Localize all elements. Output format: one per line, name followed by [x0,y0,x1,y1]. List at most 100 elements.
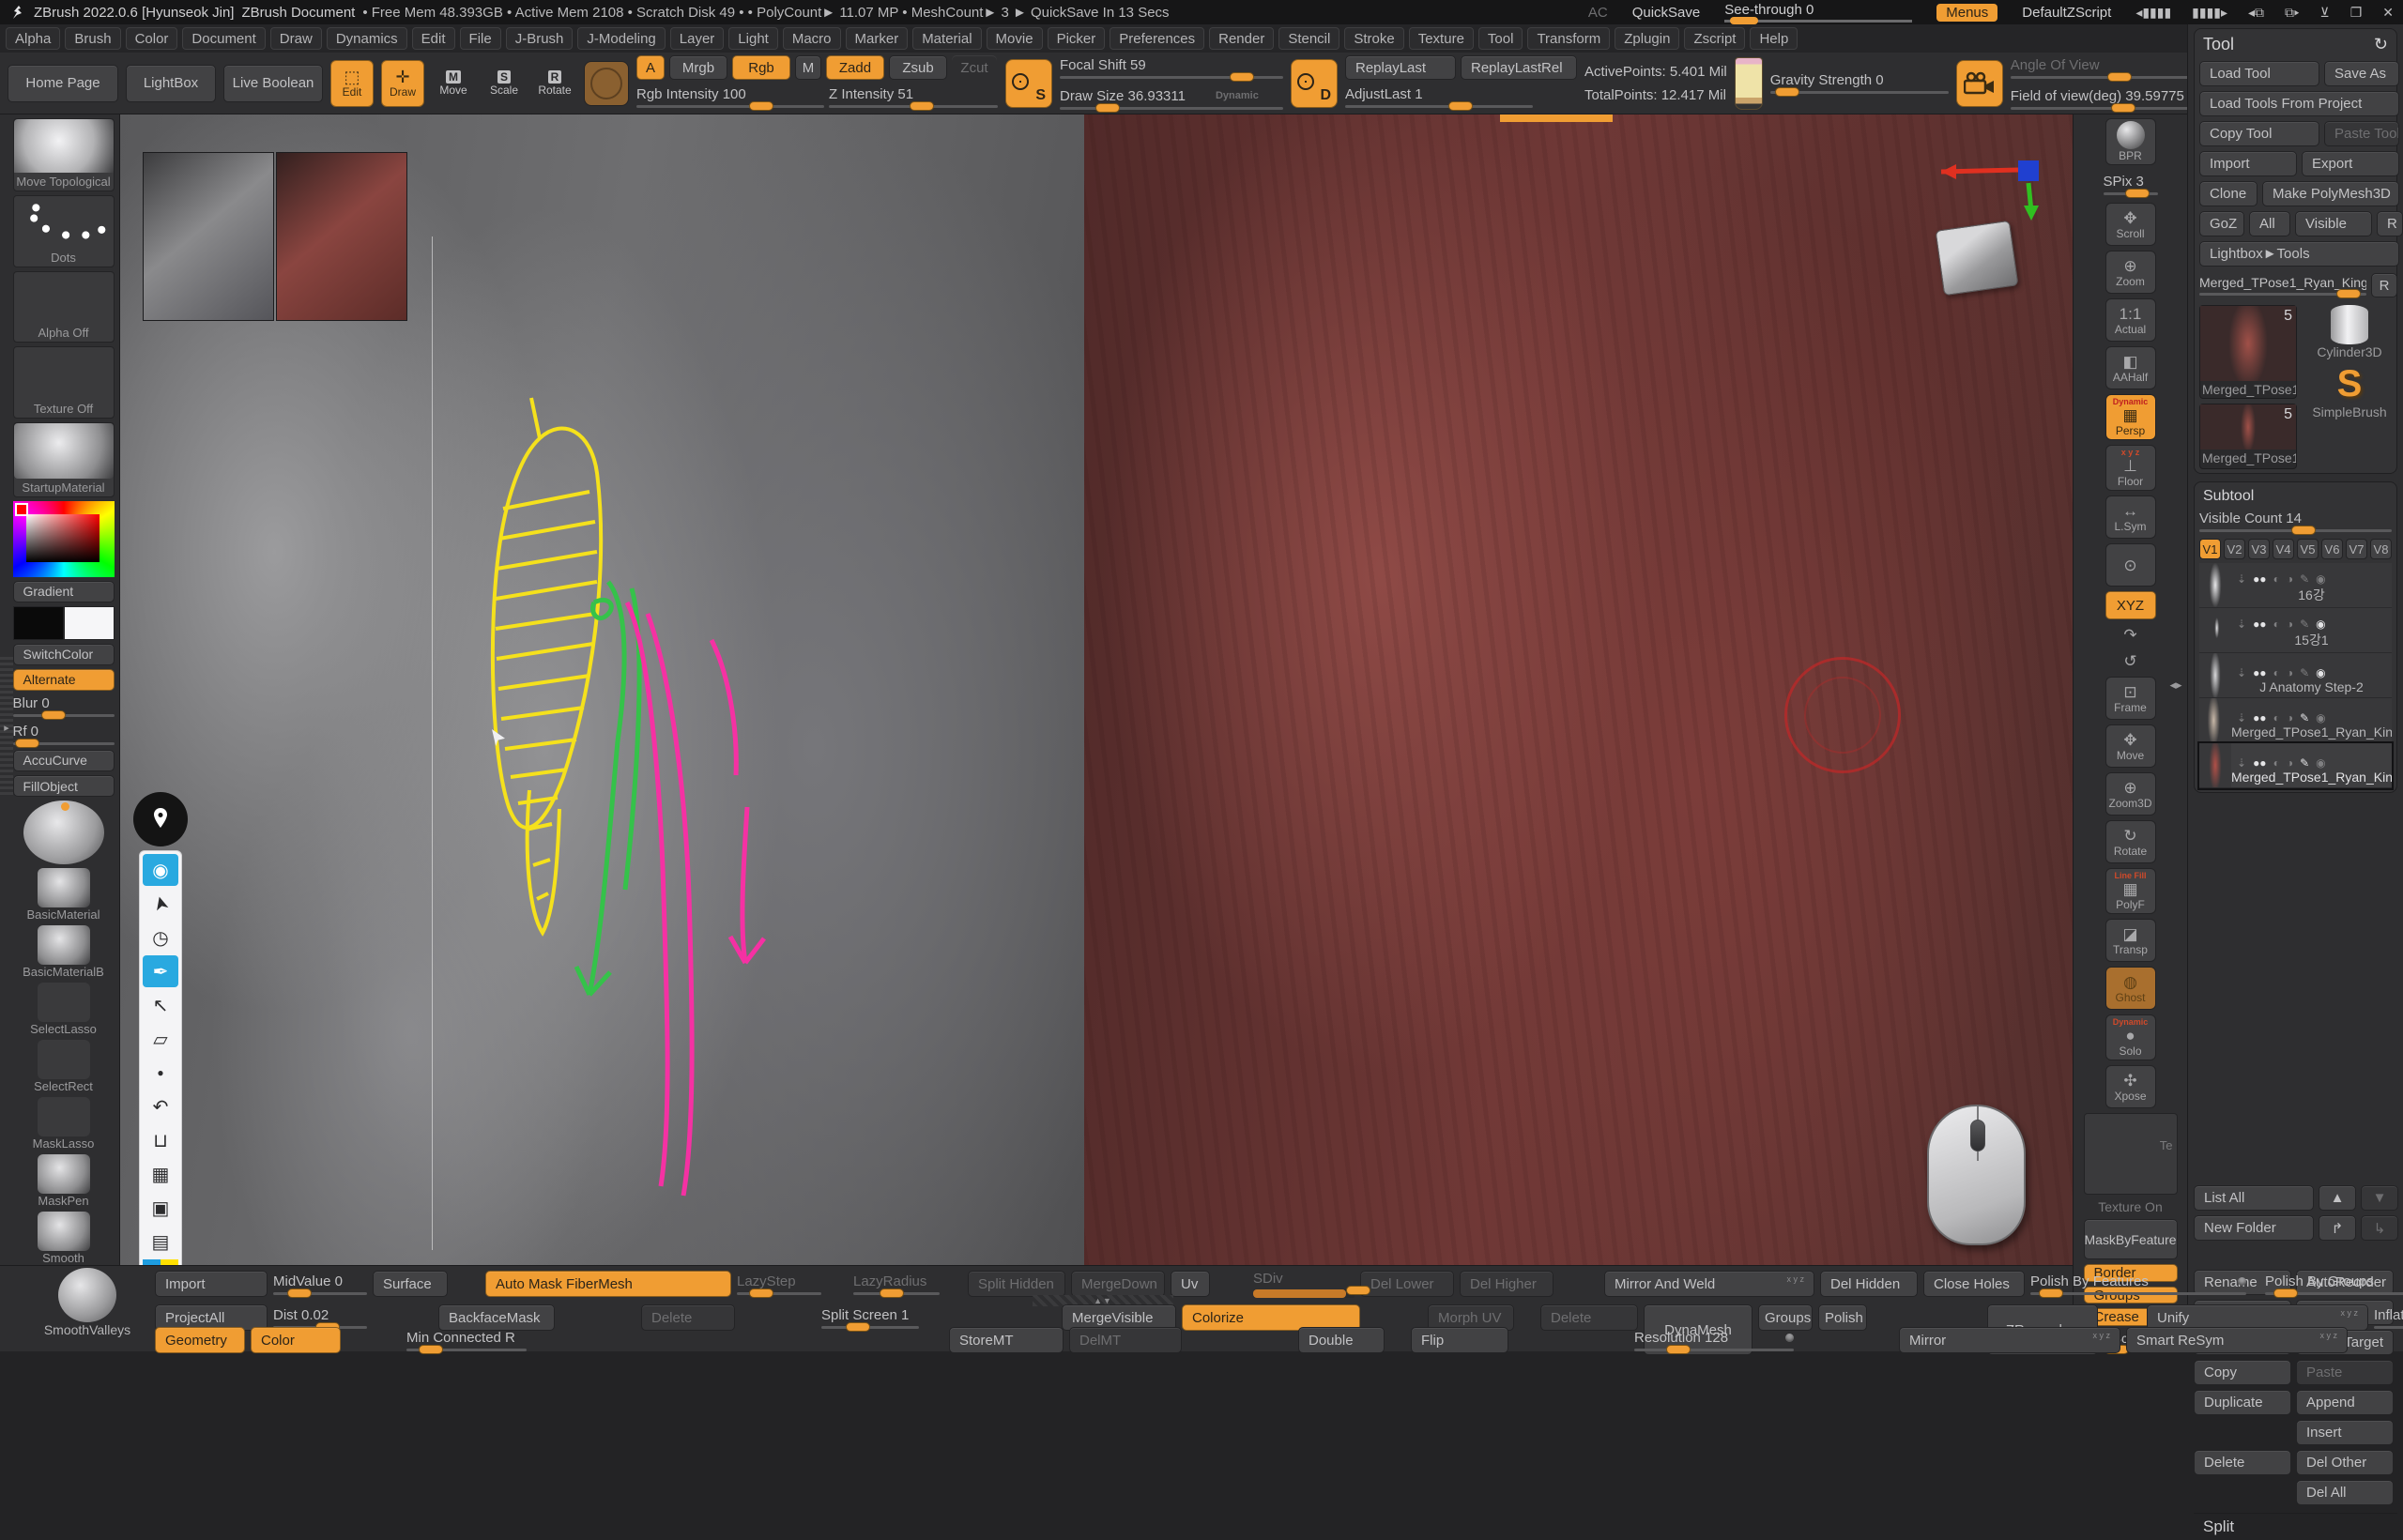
color-button[interactable]: Color [251,1327,341,1353]
zsub-button[interactable]: Zsub [889,55,947,80]
mrgb-button[interactable]: Mrgb [669,55,727,80]
menu-edit[interactable]: Edit [412,27,455,50]
mask-by-feature-button[interactable]: MaskByFeature [2084,1219,2178,1259]
minimize-button[interactable]: ⊻ [2319,5,2329,21]
smoothvalleys-brush-button[interactable]: SmoothValleys [26,1268,148,1337]
pen-app-logo-icon[interactable] [133,792,188,846]
clipboard-icon[interactable]: ▤ [143,1226,178,1258]
midvalue-0-slider[interactable]: MidValue 0 [273,1270,367,1298]
geometry-button[interactable]: Geometry [155,1327,245,1353]
focal-shift-slider[interactable]: Focal Shift 59 [1060,53,1283,82]
current-brush-button[interactable]: Move Topological [13,118,115,191]
mask-lasso-button[interactable]: MaskLasso [13,1097,115,1151]
color-picker[interactable] [13,501,115,577]
import-button[interactable]: Import [2199,151,2297,176]
floor-button[interactable]: x y z⊥Floor [2105,445,2156,491]
camera-lock-icon[interactable]: ⊙ [2105,543,2156,587]
menu-transform[interactable]: Transform [1527,27,1610,50]
menu-stroke[interactable]: Stroke [1344,27,1403,50]
tab-v5[interactable]: V5 [2297,539,2319,559]
sdiv-slider[interactable]: SDiv [1253,1270,1355,1298]
del-hidden-button[interactable]: Del Hidden [1820,1271,1918,1297]
menu-draw[interactable]: Draw [270,27,322,50]
move-in[interactable]: ↳ [2361,1215,2398,1241]
tab-v6[interactable]: V6 [2321,539,2343,559]
zoom-button[interactable]: ⊕Zoom [2105,251,2156,294]
right-tray-toggle-icon[interactable]: ▮▮▮▮▸ [2192,5,2227,21]
persp-button[interactable]: Dynamic▦Persp [2105,394,2156,440]
timeline-marker[interactable] [1500,114,1613,122]
stroke-curve-s-icon[interactable]: S [1005,59,1052,108]
camera-orientation-cube[interactable] [1936,221,2019,296]
frame-button[interactable]: ⊡Frame [2105,677,2156,720]
current-stroke-button[interactable]: Dots [13,195,115,267]
l-sym-button[interactable]: ↔L.Sym [2105,496,2156,539]
transp-button[interactable]: ◪Transp [2105,919,2156,962]
copy-button[interactable]: Copy [2194,1360,2291,1385]
zoom3d-button[interactable]: ⊕Zoom3D [2105,772,2156,816]
list-all-button[interactable]: List All [2194,1185,2314,1211]
new-folder-button[interactable]: New Folder [2194,1215,2314,1241]
menu-file[interactable]: File [460,27,501,50]
menu-zscript[interactable]: Zscript [1684,27,1745,50]
menu-render[interactable]: Render [1209,27,1274,50]
menu-zplugin[interactable]: Zplugin [1615,27,1679,50]
insert-button[interactable]: Insert [2296,1420,2394,1445]
close-holes-button[interactable]: Close Holes [1923,1271,2025,1297]
marker-pen-icon[interactable]: ✒ [143,955,178,987]
mask-pen-button[interactable]: MaskPen [13,1154,115,1208]
left-tray-divider[interactable]: ▸ [0,657,13,798]
append-button[interactable]: Append [2296,1390,2394,1415]
del-lower-button[interactable]: Del Lower [1360,1271,1454,1297]
rotate-button[interactable]: RRotate [533,60,576,107]
color-swatches[interactable] [13,606,115,640]
double-button[interactable]: Double [1298,1327,1385,1353]
viewport-right-ecorche-model[interactable] [1084,114,2073,1265]
subtool-down[interactable]: ▼ [2361,1185,2398,1211]
delete-button[interactable]: Delete [1540,1304,1638,1331]
main-color-swatch[interactable] [13,606,64,640]
paste-button[interactable]: Paste [2296,1360,2394,1385]
menu-texture[interactable]: Texture [1409,27,1474,50]
polish-button[interactable]: Polish [1818,1304,1867,1331]
sculptris-pro-button[interactable] [584,61,629,106]
visible-button[interactable]: Visible [2295,211,2372,236]
brush-size-dot-icon[interactable]: ● [143,1057,178,1089]
duplicate-button[interactable]: Duplicate [2194,1390,2291,1415]
whiteboard-icon[interactable]: ▦ [143,1158,178,1190]
menu-preferences[interactable]: Preferences [1110,27,1204,50]
tab-v1[interactable]: V1 [2199,539,2221,559]
accucurve-button[interactable]: AccuCurve [13,750,115,771]
quick-a-button[interactable]: A [636,55,665,80]
alternate-button[interactable]: Alternate [13,669,115,691]
right-tray-divider[interactable]: ◂▸ [2168,657,2183,713]
zcut-button[interactable]: Zcut [952,55,997,80]
menu-color[interactable]: Color [126,27,178,50]
trash-icon[interactable]: ⊔ [143,1124,178,1156]
tool-thumb-cylinder3d[interactable]: Cylinder3D [2303,305,2396,359]
menu-j-modeling[interactable]: J-Modeling [577,27,665,50]
polish-by-groups-slider[interactable]: Polish By Groups [2265,1270,2403,1298]
live-boolean-button[interactable]: Live Boolean [223,65,323,102]
paste-tool-button[interactable]: Paste Tool [2324,121,2399,146]
spix-3-slider[interactable]: SPix 3 [2104,170,2158,198]
rgb-button[interactable]: Rgb [732,55,790,80]
annotation-pen-toolbar[interactable]: ◉ ➤ ◷ ✒ ↖ ▱ ● ↶ ⊔ ▦ ▣ ▤ [137,792,197,1265]
subtool-row-3[interactable]: ⇣●●◐◑✎◉ J Anatomy Step-2 [2199,653,2392,698]
m-button[interactable]: M [795,55,821,80]
solo-button[interactable]: Dynamic●Solo [2105,1014,2156,1060]
select-lasso-button[interactable]: SelectLasso [13,983,115,1036]
dynamic-label[interactable]: Dynamic [1216,90,1259,101]
delete-button[interactable]: Delete [2194,1450,2291,1475]
panel-cycle-icon[interactable]: ↻ [2374,35,2388,54]
gravity-strength-slider[interactable]: Gravity Strength 0 [1770,69,1949,98]
menu-marker[interactable]: Marker [846,27,909,50]
menu-stencil[interactable]: Stencil [1278,27,1339,50]
move-button[interactable]: MMove [432,60,475,107]
see-through-slider[interactable]: See-through 0 [1724,2,1912,23]
lightbox-button[interactable]: LightBox [126,65,216,102]
xpose-button[interactable]: ✣Xpose [2105,1065,2156,1108]
tab-v7[interactable]: V7 [2346,539,2367,559]
eraser-icon[interactable]: ▱ [143,1023,178,1055]
draw-size-slider[interactable]: Draw Size 36.93311Dynamic [1060,84,1283,113]
